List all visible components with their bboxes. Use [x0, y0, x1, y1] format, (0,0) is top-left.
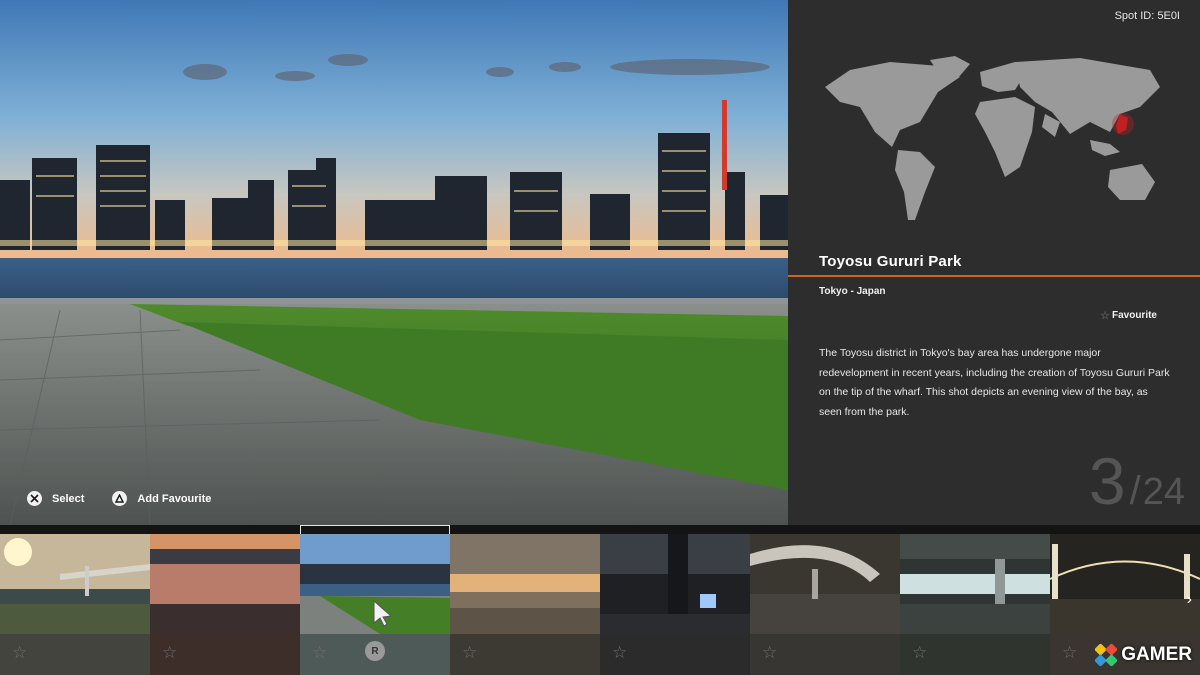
star-icon: ☆ — [162, 643, 178, 662]
add-favourite-label: Add Favourite — [137, 492, 212, 505]
gamer-logo-icon — [1095, 644, 1118, 666]
select-prompt[interactable]: Select — [27, 491, 84, 506]
star-icon: ☆ — [912, 643, 928, 662]
triangle-button-icon — [112, 491, 128, 506]
thumbnail-3-selected[interactable]: ☆ R — [300, 525, 450, 675]
select-label: Select — [52, 492, 85, 505]
star-icon: ☆ — [612, 643, 628, 662]
cursor-pointer-icon — [373, 599, 393, 627]
place-description: The Toyosu district in Tokyo's bay area … — [819, 347, 1170, 418]
thumbnail-image — [600, 534, 750, 634]
star-icon: ☆ — [462, 643, 478, 662]
spot-counter: 3 / 24 — [1089, 448, 1185, 514]
thumbnail-image — [900, 534, 1050, 634]
thumbnail-7[interactable]: ☆ — [900, 534, 1050, 675]
counter-total: 24 — [1142, 471, 1185, 513]
thumbnail-1[interactable]: ☆ — [0, 534, 150, 675]
counter-current: 3 — [1088, 444, 1126, 518]
thumbnail-image — [0, 534, 150, 634]
world-map — [820, 52, 1165, 232]
r-button-icon[interactable]: R — [365, 641, 385, 661]
star-icon: ☆ — [1062, 643, 1078, 662]
star-icon: ☆ — [762, 643, 778, 662]
spot-preview-image — [0, 0, 788, 525]
thumbnail-strip: ☆ ☆ ☆ R ☆ ☆ ☆ ☆ ☆ › — [0, 525, 1200, 675]
counter-separator: / — [1129, 469, 1141, 513]
star-icon: ☆ — [1100, 310, 1110, 322]
add-favourite-prompt[interactable]: Add Favourite — [112, 491, 211, 506]
thumbnail-2[interactable]: ☆ — [150, 534, 300, 675]
star-icon: ☆ — [12, 643, 28, 662]
favourite-label: Favourite — [1111, 310, 1157, 321]
thumbnail-4[interactable]: ☆ — [450, 534, 600, 675]
title-divider — [788, 275, 1200, 277]
thumbnail-image — [450, 534, 600, 634]
button-prompts: Select Add Favourite — [27, 491, 239, 506]
place-location: Tokyo - Japan — [819, 286, 886, 297]
favourite-status[interactable]: ☆ Favourite — [1100, 309, 1157, 322]
chevron-right-icon[interactable]: › — [1187, 591, 1192, 609]
thumbnail-6[interactable]: ☆ — [750, 534, 900, 675]
thumbnail-5[interactable]: ☆ — [600, 534, 750, 675]
watermark-text: GAMER — [1121, 644, 1192, 665]
thumbnail-image — [750, 534, 900, 634]
cross-button-icon — [27, 491, 42, 506]
spot-info-panel: Spot ID: 5E0I Toyosu Gururi Park Tokyo -… — [788, 0, 1200, 525]
thumbnail-image — [150, 534, 300, 634]
place-name: Toyosu Gururi Park — [819, 253, 962, 270]
thumbnail-image — [1050, 534, 1200, 634]
watermark: GAMER — [1095, 644, 1192, 666]
spot-id: Spot ID: 5E0I — [1114, 10, 1180, 22]
star-icon: ☆ — [312, 643, 328, 662]
